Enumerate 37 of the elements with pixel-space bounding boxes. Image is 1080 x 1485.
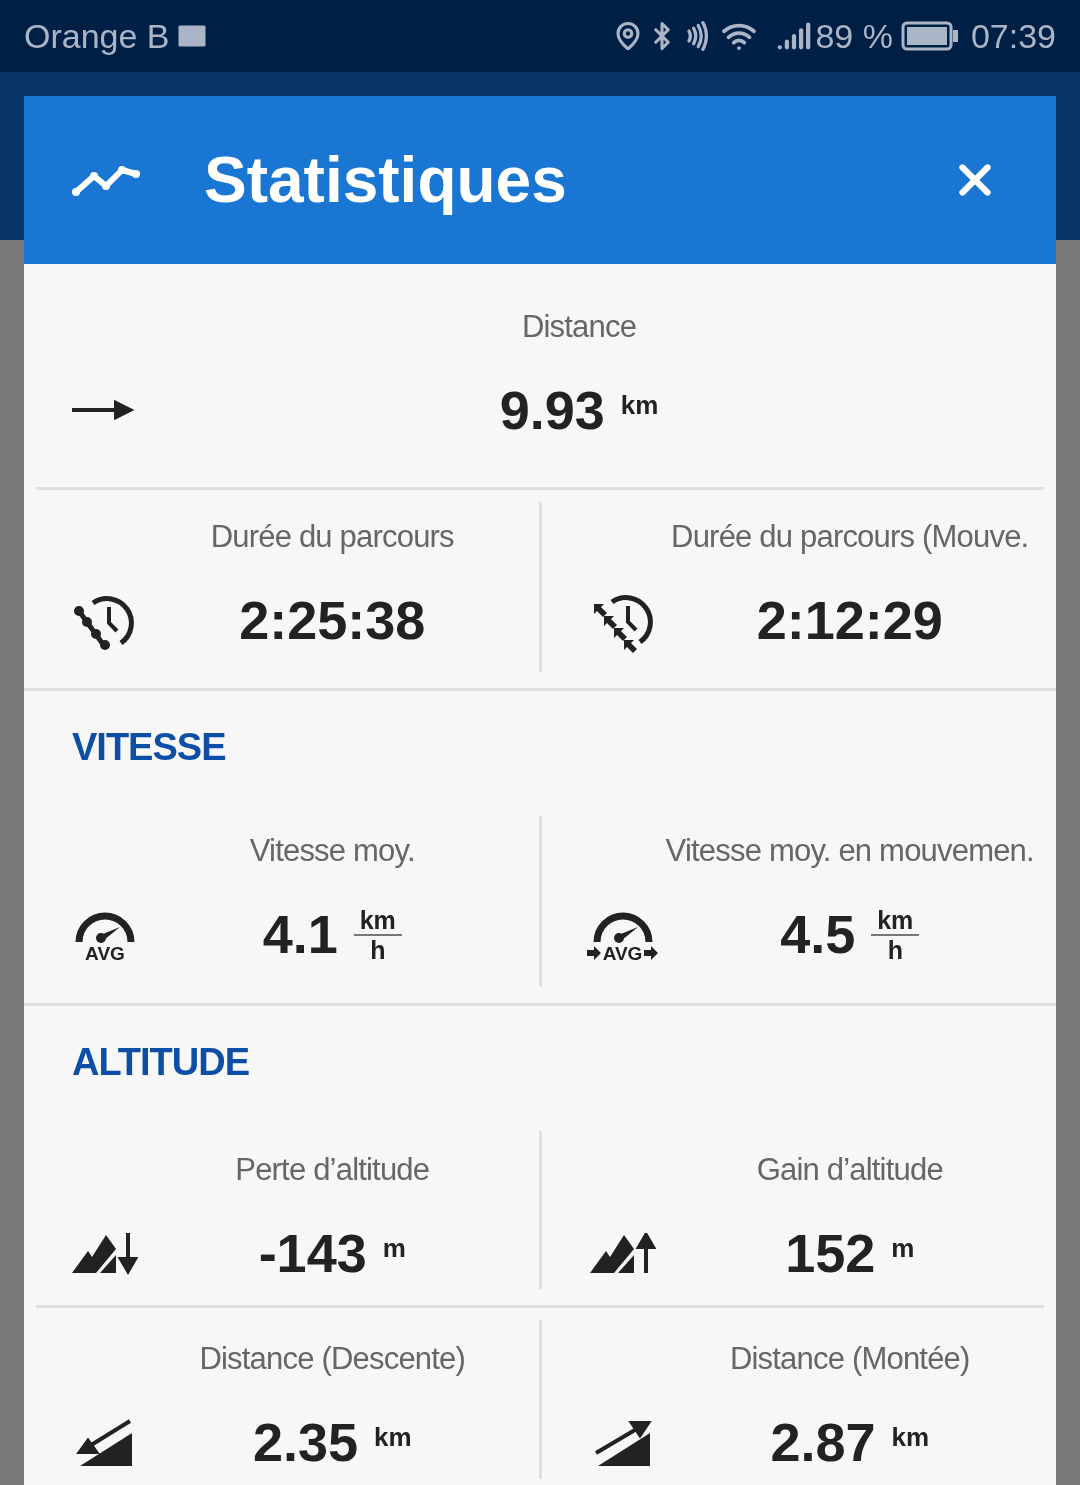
unit-fraction: km h bbox=[871, 905, 920, 964]
slope-arrow-up-icon bbox=[593, 1419, 652, 1468]
stat-label: Perte d’altitude bbox=[235, 1150, 430, 1189]
unit-label: km bbox=[374, 1421, 412, 1454]
stat-label: Distance (Montée) bbox=[729, 1340, 970, 1378]
carrier-name: Orange B bbox=[24, 15, 170, 57]
dialog-title: Statistiques bbox=[204, 143, 567, 218]
stat-value: 2.87 bbox=[770, 1411, 876, 1474]
mountain-arrow-down-icon bbox=[72, 1232, 138, 1275]
unit-label: m bbox=[382, 1231, 406, 1265]
stat-label: Distance bbox=[521, 308, 637, 346]
stat-value: 2:12:29 bbox=[756, 588, 943, 652]
section-heading: ALTITUDE bbox=[71, 1039, 251, 1085]
stat-label: Vitesse moy. bbox=[249, 832, 415, 870]
stat-label: Vitesse moy. en mouvemen. bbox=[665, 832, 1034, 870]
battery-icon bbox=[900, 21, 959, 51]
unit-label: km bbox=[620, 389, 659, 422]
battery-percent: 89 % bbox=[815, 15, 893, 57]
stat-value: 2:25:38 bbox=[239, 588, 426, 652]
stat-value: 9.93 bbox=[499, 379, 605, 442]
stat-value: 4.1 bbox=[262, 903, 338, 966]
mountain-arrow-up-icon bbox=[589, 1232, 656, 1275]
stat-label: Gain d’altitude bbox=[756, 1150, 943, 1189]
stat-label: Durée du parcours (Mouve. bbox=[671, 517, 1029, 556]
unit-fraction: km h bbox=[353, 905, 402, 964]
unit-label: km bbox=[891, 1421, 930, 1454]
stat-value: -143 bbox=[258, 1221, 367, 1285]
stat-value: 152 bbox=[785, 1221, 876, 1285]
unit-label: m bbox=[891, 1231, 915, 1265]
stat-value: 2.35 bbox=[252, 1411, 358, 1474]
slope-arrow-down-icon bbox=[76, 1419, 134, 1468]
stat-label: Distance (Descente) bbox=[199, 1340, 466, 1378]
section-heading: VITESSE bbox=[71, 725, 227, 770]
arrow-right-icon bbox=[72, 400, 134, 421]
stat-value: 4.5 bbox=[780, 903, 856, 966]
clock-time: 07:39 bbox=[970, 15, 1056, 57]
stat-label: Durée du parcours bbox=[210, 517, 454, 556]
